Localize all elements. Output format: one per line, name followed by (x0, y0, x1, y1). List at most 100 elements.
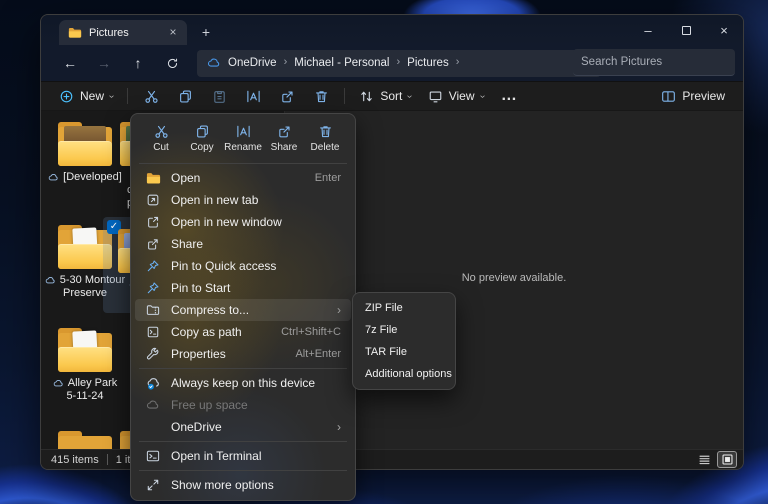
share-icon (280, 89, 295, 104)
shortcut-label: Ctrl+Shift+C (281, 326, 341, 338)
quick-actions-row: Cut Copy Rename Share Delete (135, 118, 351, 160)
breadcrumb[interactable]: OneDrive › Michael - Personal › Pictures… (197, 50, 601, 77)
rename-button[interactable] (236, 84, 270, 108)
copy-path-icon (146, 325, 160, 339)
menu-separator (139, 470, 347, 471)
search-input[interactable] (581, 56, 735, 68)
menu-item-open[interactable]: Open Enter (135, 167, 351, 189)
share-button[interactable] (270, 84, 304, 108)
item-count: 415 items (51, 454, 99, 466)
view-button-label: View (449, 89, 475, 103)
tab-close-icon[interactable]: × (165, 25, 181, 41)
menu-separator (139, 441, 347, 442)
rename-icon (246, 89, 261, 104)
toolbar-divider (127, 88, 128, 104)
open-new-tab-icon (146, 193, 160, 207)
menu-item-properties[interactable]: Properties Alt+Enter (135, 343, 351, 365)
compress-zip-icon (146, 303, 160, 317)
breadcrumb-onedrive[interactable]: OneDrive (228, 57, 277, 69)
nav-buttons: ← → ↑ (55, 50, 187, 76)
menu-item-show-more-options[interactable]: Show more options (135, 474, 351, 496)
view-icon (428, 89, 443, 104)
list-view-icon (698, 453, 711, 466)
new-button-label: New (80, 89, 104, 103)
file-item-alley-park[interactable]: Alley Park 5-11-24 (43, 323, 127, 403)
up-button[interactable]: ↑ (123, 50, 153, 76)
cut-icon (144, 89, 159, 104)
menu-item-share[interactable]: Share (135, 233, 351, 255)
copy-button[interactable] (168, 84, 202, 108)
chevron-down-icon: › (405, 94, 416, 97)
paste-button[interactable] (202, 84, 236, 108)
copy-icon (178, 89, 193, 104)
open-new-window-icon (146, 215, 160, 229)
cut-button[interactable] (134, 84, 168, 108)
onedrive-cloud-icon (207, 56, 221, 70)
new-button[interactable]: New › (51, 84, 121, 108)
breadcrumb-michael-personal[interactable]: Michael - Personal (294, 57, 389, 69)
sort-button[interactable]: Sort › (351, 84, 419, 108)
submenu-item-additional-options[interactable]: Additional options (357, 363, 451, 385)
refresh-button[interactable] (157, 50, 187, 76)
close-button[interactable]: × (705, 15, 743, 45)
menu-separator (139, 368, 347, 369)
menu-item-open-in-terminal[interactable]: Open in Terminal (135, 445, 351, 467)
shortcut-label: Alt+Enter (295, 348, 341, 360)
thumbnails-view-toggle[interactable] (717, 451, 737, 468)
delete-quick-action[interactable]: Delete (305, 120, 345, 156)
quick-action-label: Copy (190, 142, 213, 153)
menu-item-onedrive[interactable]: OneDrive › (135, 416, 351, 438)
chevron-right-icon: › (337, 303, 341, 317)
delete-button[interactable] (304, 84, 338, 108)
menu-item-compress-to[interactable]: Compress to... › (135, 299, 351, 321)
compress-submenu: ZIP File 7z File TAR File Additional opt… (352, 292, 456, 390)
details-view-toggle[interactable] (694, 451, 714, 468)
maximize-button[interactable] (667, 15, 705, 45)
menu-item-pin-quick-access[interactable]: Pin to Quick access (135, 255, 351, 277)
search-box[interactable] (573, 49, 735, 76)
desktop: Pictures × + – × ← → ↑ OneDrive (0, 0, 768, 504)
cut-quick-action[interactable]: Cut (141, 120, 181, 156)
file-label: Alley Park 5-11-24 (43, 377, 127, 403)
submenu-item-7z[interactable]: 7z File (357, 319, 451, 341)
refresh-icon (166, 57, 179, 70)
chevron-right-icon: › (396, 56, 400, 68)
back-button[interactable]: ← (55, 50, 85, 76)
menu-item-always-keep[interactable]: Always keep on this device (135, 372, 351, 394)
tab-pictures[interactable]: Pictures × (59, 20, 187, 45)
quick-action-label: Delete (311, 142, 340, 153)
forward-button[interactable]: → (89, 50, 119, 76)
command-bar: New › Sort › View › … (41, 81, 743, 111)
sort-button-label: Sort (380, 89, 402, 103)
quick-action-label: Rename (224, 142, 262, 153)
paste-icon (212, 89, 227, 104)
shortcut-label: Enter (315, 172, 341, 184)
cloud-status-icon (53, 378, 64, 389)
breadcrumb-pictures[interactable]: Pictures (407, 57, 449, 69)
new-tab-button[interactable]: + (197, 24, 215, 42)
copy-quick-action[interactable]: Copy (182, 120, 222, 156)
preview-button-label: Preview (682, 89, 725, 103)
thumbnail-view-icon (721, 453, 734, 466)
submenu-item-tar[interactable]: TAR File (357, 341, 451, 363)
menu-item-open-new-tab[interactable]: Open in new tab (135, 189, 351, 211)
share-icon (277, 124, 292, 139)
chevron-down-icon: › (477, 94, 488, 97)
address-bar: ← → ↑ OneDrive › Michael - Personal › Pi… (41, 45, 743, 81)
view-button[interactable]: View › (420, 84, 492, 108)
submenu-item-zip[interactable]: ZIP File (357, 297, 451, 319)
menu-item-pin-start[interactable]: Pin to Start (135, 277, 351, 299)
share-quick-action[interactable]: Share (264, 120, 304, 156)
menu-item-copy-as-path[interactable]: Copy as path Ctrl+Shift+C (135, 321, 351, 343)
cloud-icon (146, 398, 160, 412)
rename-quick-action[interactable]: Rename (223, 120, 263, 156)
more-options-button[interactable]: … (492, 84, 526, 108)
pin-icon (146, 259, 160, 273)
view-toggles (694, 451, 737, 468)
terminal-icon (146, 449, 160, 463)
menu-item-free-up-space[interactable]: Free up space (135, 394, 351, 416)
minimize-button[interactable]: – (629, 15, 667, 45)
preview-toggle-button[interactable]: Preview (653, 84, 733, 108)
rename-icon (236, 124, 251, 139)
menu-item-open-new-window[interactable]: Open in new window (135, 211, 351, 233)
